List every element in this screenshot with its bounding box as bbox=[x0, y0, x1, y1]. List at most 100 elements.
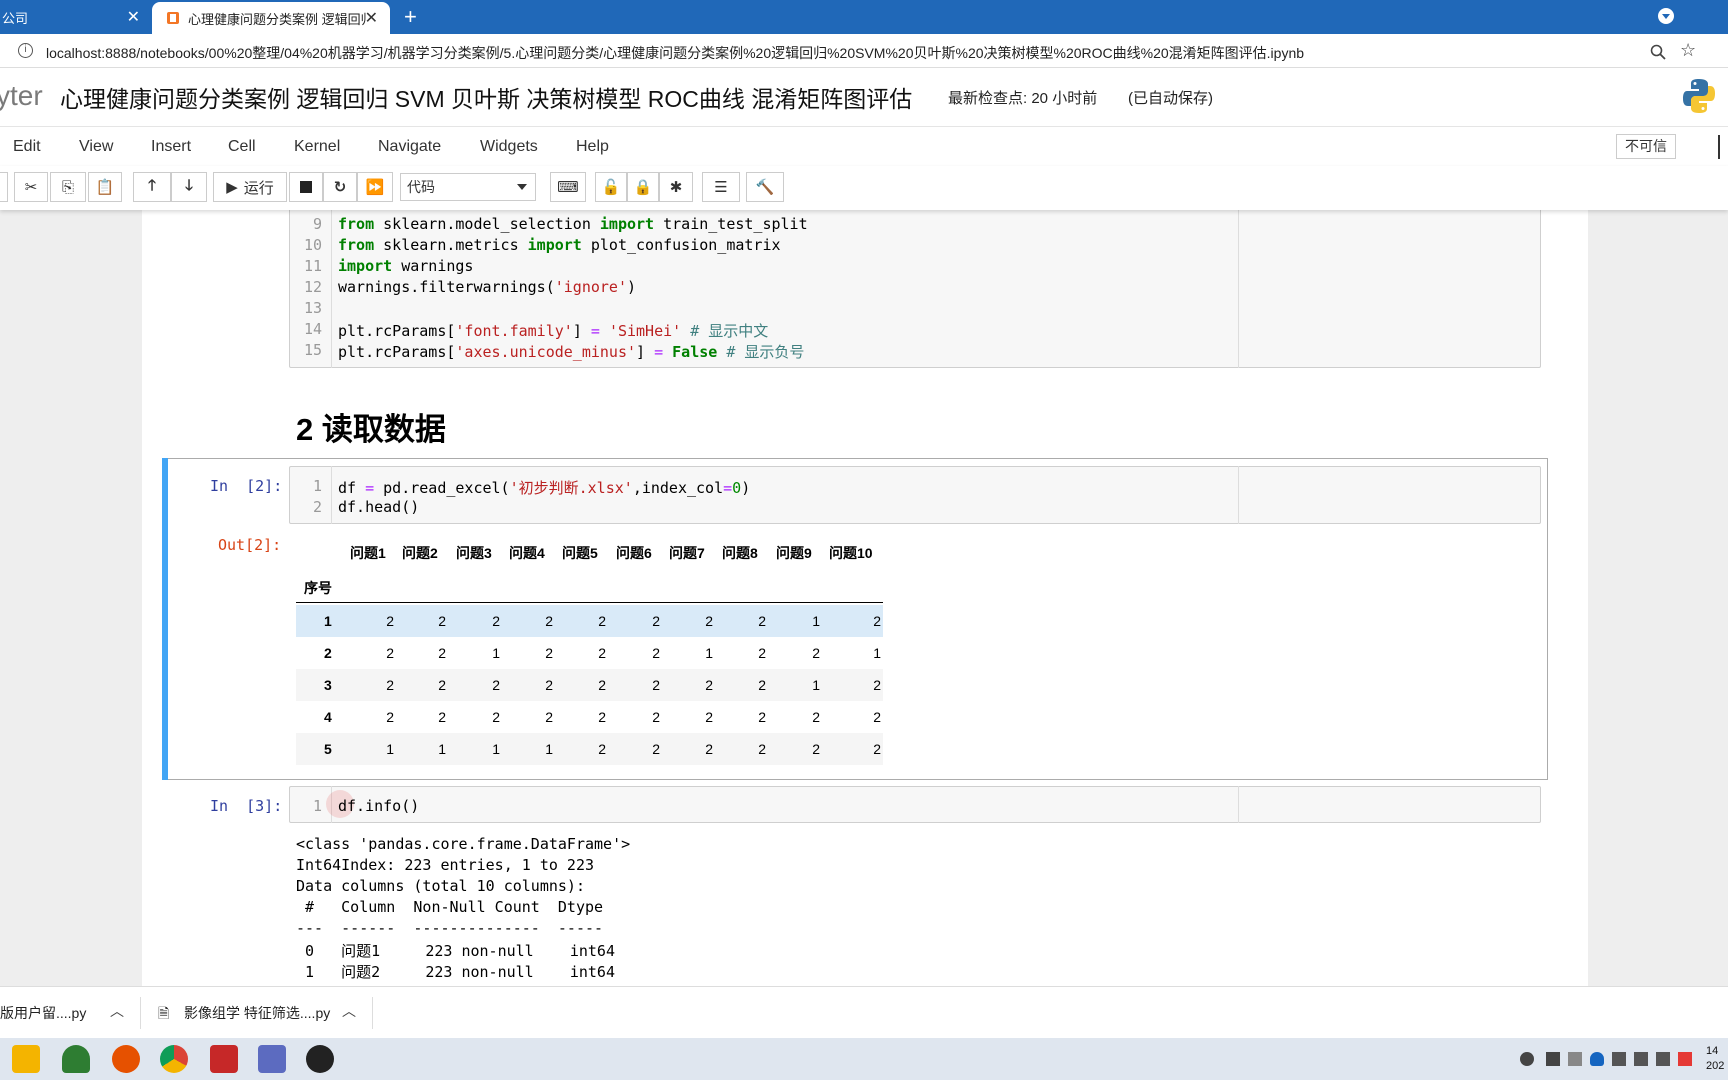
chrome-icon[interactable] bbox=[160, 1045, 188, 1073]
table-row: 5 1 1 1 1 2 2 2 2 2 2 bbox=[296, 733, 883, 765]
line-number: 9 bbox=[312, 215, 322, 233]
bookmark-star-icon[interactable]: ☆ bbox=[1680, 40, 1696, 61]
menu-edit[interactable]: Edit bbox=[13, 138, 41, 156]
menu-insert[interactable]: Insert bbox=[151, 138, 191, 156]
gutter-divider bbox=[331, 466, 332, 524]
display-icon[interactable] bbox=[1634, 1052, 1648, 1066]
menu-navigate[interactable]: Navigate bbox=[378, 138, 441, 156]
line-number: 2 bbox=[312, 498, 322, 516]
chevron-down-icon bbox=[517, 184, 527, 190]
toc-button[interactable]: ☰ bbox=[702, 172, 740, 202]
download-item[interactable]: 影像组学 特征筛选....py bbox=[184, 1003, 330, 1023]
app-icon[interactable] bbox=[112, 1045, 140, 1073]
save-button[interactable] bbox=[0, 172, 8, 202]
menu-view[interactable]: View bbox=[79, 138, 113, 156]
menu-kernel[interactable]: Kernel bbox=[294, 138, 340, 156]
restart-button[interactable]: ↻ bbox=[323, 172, 357, 202]
chevron-up-icon[interactable]: ︿ bbox=[342, 1001, 356, 1021]
input-method-icon[interactable] bbox=[1678, 1052, 1692, 1066]
arrow-up-icon: 🡑 bbox=[148, 176, 156, 194]
close-tab-icon[interactable]: ✕ bbox=[127, 7, 140, 27]
cut-button[interactable]: ✂ bbox=[14, 172, 48, 202]
table-cell: 2 bbox=[598, 709, 606, 725]
notebook-title[interactable]: 心理健康问题分类案例 逻辑回归 SVM 贝叶斯 决策树模型 ROC曲线 混淆矩阵… bbox=[60, 80, 912, 114]
clock[interactable]: 14 202 bbox=[1706, 1044, 1724, 1074]
tray-icon[interactable] bbox=[1568, 1052, 1582, 1066]
download-item[interactable]: 版用户留....py bbox=[0, 1003, 86, 1023]
move-down-button[interactable]: 🡓 bbox=[171, 172, 207, 202]
unlock-button[interactable]: 🔓 bbox=[595, 172, 627, 202]
new-tab-plus-icon[interactable]: + bbox=[404, 4, 417, 30]
microphone-icon[interactable] bbox=[1546, 1052, 1560, 1066]
markdown-heading: 2 读取数据 bbox=[296, 412, 446, 447]
column-header: 问题10 bbox=[829, 545, 873, 561]
browser-tab[interactable]: 公司 ✕ bbox=[0, 0, 152, 34]
tab-search-icon[interactable] bbox=[1658, 8, 1674, 24]
cell-type-select[interactable]: 代码 bbox=[400, 173, 536, 201]
menu-help[interactable]: Help bbox=[576, 138, 609, 156]
menu-cell[interactable]: Cell bbox=[228, 138, 256, 156]
jupyter-logo-text[interactable]: yter bbox=[0, 80, 43, 112]
code-line: df = pd.read_excel('初步判断.xlsx',index_col… bbox=[338, 479, 751, 497]
table-cell: 2 bbox=[386, 709, 394, 725]
python-app-icon[interactable] bbox=[258, 1045, 286, 1073]
hammer-icon: 🔨 bbox=[755, 179, 775, 196]
asterisk-icon: ✱ bbox=[669, 179, 683, 196]
tab-label: 公司 bbox=[2, 10, 29, 26]
ruler-line bbox=[1238, 200, 1239, 368]
autosave-status: (已自动保存) bbox=[1128, 90, 1213, 107]
cell-type-value: 代码 bbox=[407, 179, 435, 195]
table-cell: 1 bbox=[812, 677, 820, 693]
index-header: 序号 bbox=[304, 580, 332, 596]
table-cell: 2 bbox=[652, 677, 660, 693]
browser-tab-active[interactable]: 心理健康问题分类案例 逻辑回归 ✕ bbox=[152, 2, 390, 34]
lock-button[interactable]: 🔒 bbox=[627, 172, 659, 202]
table-cell: 2 bbox=[652, 741, 660, 757]
divider bbox=[372, 997, 373, 1029]
interrupt-button[interactable] bbox=[289, 172, 323, 202]
file-explorer-icon[interactable] bbox=[12, 1045, 40, 1073]
windows-taskbar: 14 202 bbox=[0, 1038, 1728, 1080]
security-icon[interactable] bbox=[1590, 1052, 1604, 1066]
row-index: 3 bbox=[324, 677, 332, 693]
tray-app-icon[interactable] bbox=[1520, 1052, 1534, 1066]
code-line: from sklearn.model_selection import trai… bbox=[338, 215, 808, 233]
paste-icon: 📋 bbox=[95, 179, 115, 196]
fast-forward-icon: ⏩ bbox=[365, 179, 385, 196]
copy-button[interactable]: ⎘ bbox=[50, 172, 86, 202]
run-button[interactable]: ▶ 运行 bbox=[213, 172, 287, 202]
table-cell: 2 bbox=[705, 677, 713, 693]
volume-icon[interactable] bbox=[1656, 1052, 1670, 1066]
output-prompt: Out[2]: bbox=[218, 536, 282, 554]
gutter-divider bbox=[331, 200, 332, 368]
line-number: 10 bbox=[303, 236, 322, 254]
network-icon[interactable] bbox=[1612, 1052, 1626, 1066]
menu-widgets[interactable]: Widgets bbox=[480, 138, 538, 156]
close-tab-icon[interactable]: ✕ bbox=[365, 8, 378, 28]
info-icon[interactable]: i bbox=[18, 43, 33, 58]
chevron-up-icon[interactable]: ︿ bbox=[110, 1001, 124, 1021]
ruler-line bbox=[1238, 786, 1239, 823]
code-line: plt.rcParams['font.family'] = 'SimHei' #… bbox=[338, 322, 769, 340]
table-cell: 2 bbox=[652, 709, 660, 725]
url-field[interactable]: localhost:8888/notebooks/00%20整理/04%20机器… bbox=[46, 43, 1304, 63]
asterisk-button[interactable]: ✱ bbox=[659, 172, 693, 202]
row-index: 1 bbox=[324, 613, 332, 629]
code-cell-3[interactable] bbox=[289, 786, 1541, 823]
shield-icon[interactable] bbox=[62, 1045, 90, 1073]
move-up-button[interactable]: 🡑 bbox=[133, 172, 171, 202]
table-cell: 2 bbox=[705, 709, 713, 725]
hammer-button[interactable]: 🔨 bbox=[746, 172, 784, 202]
clock-date: 202 bbox=[1706, 1060, 1725, 1072]
zoom-icon[interactable] bbox=[1650, 44, 1666, 60]
table-cell: 1 bbox=[545, 741, 553, 757]
office-app-icon[interactable] bbox=[210, 1045, 238, 1073]
restart-run-all-button[interactable]: ⏩ bbox=[357, 172, 393, 202]
obs-icon[interactable] bbox=[306, 1045, 334, 1073]
command-palette-button[interactable]: ⌨ bbox=[550, 172, 586, 202]
trust-button[interactable]: 不可信 bbox=[1616, 134, 1676, 159]
table-cell: 2 bbox=[705, 741, 713, 757]
paste-button[interactable]: 📋 bbox=[88, 172, 122, 202]
scissors-icon: ✂ bbox=[24, 179, 38, 196]
table-cell: 2 bbox=[438, 677, 446, 693]
